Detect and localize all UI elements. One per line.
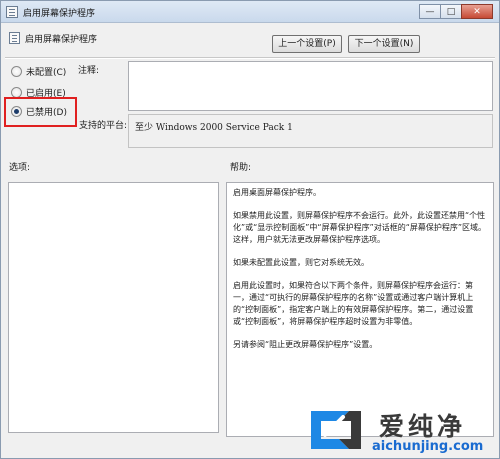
help-paragraph: 另请参阅“阻止更改屏幕保护程序”设置。 xyxy=(233,340,378,349)
radio-not-configured-circle[interactable] xyxy=(11,65,22,77)
supported-on-label: 支持的平台: xyxy=(79,121,128,131)
options-label: 选项: xyxy=(9,163,31,173)
maximize-icon: □ xyxy=(446,7,456,17)
window-controls: — □ ✕ xyxy=(419,4,493,20)
policy-dialog-window: 启用屏幕保护程序 — □ ✕ 启用屏幕保护程序 上一个设置(P) 下一个设置(N… xyxy=(0,0,500,459)
help-paragraph: 启用桌面屏幕保护程序。 xyxy=(233,188,321,197)
watermark-url: aichunjing.com xyxy=(372,439,484,454)
setting-title: 启用屏幕保护程序 xyxy=(25,35,98,45)
window-title: 启用屏幕保护程序 xyxy=(23,9,96,19)
help-paragraph: 启用此设置时，如果符合以下两个条件，则屏幕保护程序会运行：第一，通过“可执行的屏… xyxy=(233,281,474,326)
setting-icon xyxy=(9,32,20,44)
policy-icon xyxy=(6,6,18,18)
radio-not-configured[interactable]: 未配置(C) xyxy=(11,64,66,78)
comment-textarea[interactable] xyxy=(128,61,493,111)
highlight-annotation xyxy=(4,97,77,127)
help-paragraph: 如果未配置此设置，则它对系统无效。 xyxy=(233,258,369,267)
supported-platform-field: 至少 Windows 2000 Service Pack 1 xyxy=(128,114,493,148)
radio-not-configured-label: 未配置(C) xyxy=(26,67,67,78)
title-bar[interactable]: 启用屏幕保护程序 — □ ✕ xyxy=(1,1,499,23)
next-setting-button[interactable]: 下一个设置(N) xyxy=(348,35,420,53)
comment-label: 注释: xyxy=(78,66,100,76)
minimize-icon: — xyxy=(425,7,435,17)
watermark-logo-icon xyxy=(311,411,361,449)
options-panel xyxy=(8,182,219,433)
header-divider xyxy=(5,57,495,59)
watermark-title: 爱纯净 xyxy=(379,412,467,441)
help-panel: 启用桌面屏幕保护程序。 如果禁用此设置，则屏幕保护程序不会运行。此外，此设置还禁… xyxy=(226,182,494,437)
radio-enabled-circle[interactable] xyxy=(11,86,22,98)
minimize-button[interactable]: — xyxy=(419,4,441,19)
help-paragraph: 如果禁用此设置，则屏幕保护程序不会运行。此外，此设置还禁用“个性化”或“显示控制… xyxy=(233,211,487,244)
help-label: 帮助: xyxy=(230,163,252,173)
close-icon: ✕ xyxy=(473,7,481,17)
previous-setting-button[interactable]: 上一个设置(P) xyxy=(272,35,342,53)
maximize-button[interactable]: □ xyxy=(440,4,462,19)
close-button[interactable]: ✕ xyxy=(461,4,493,19)
